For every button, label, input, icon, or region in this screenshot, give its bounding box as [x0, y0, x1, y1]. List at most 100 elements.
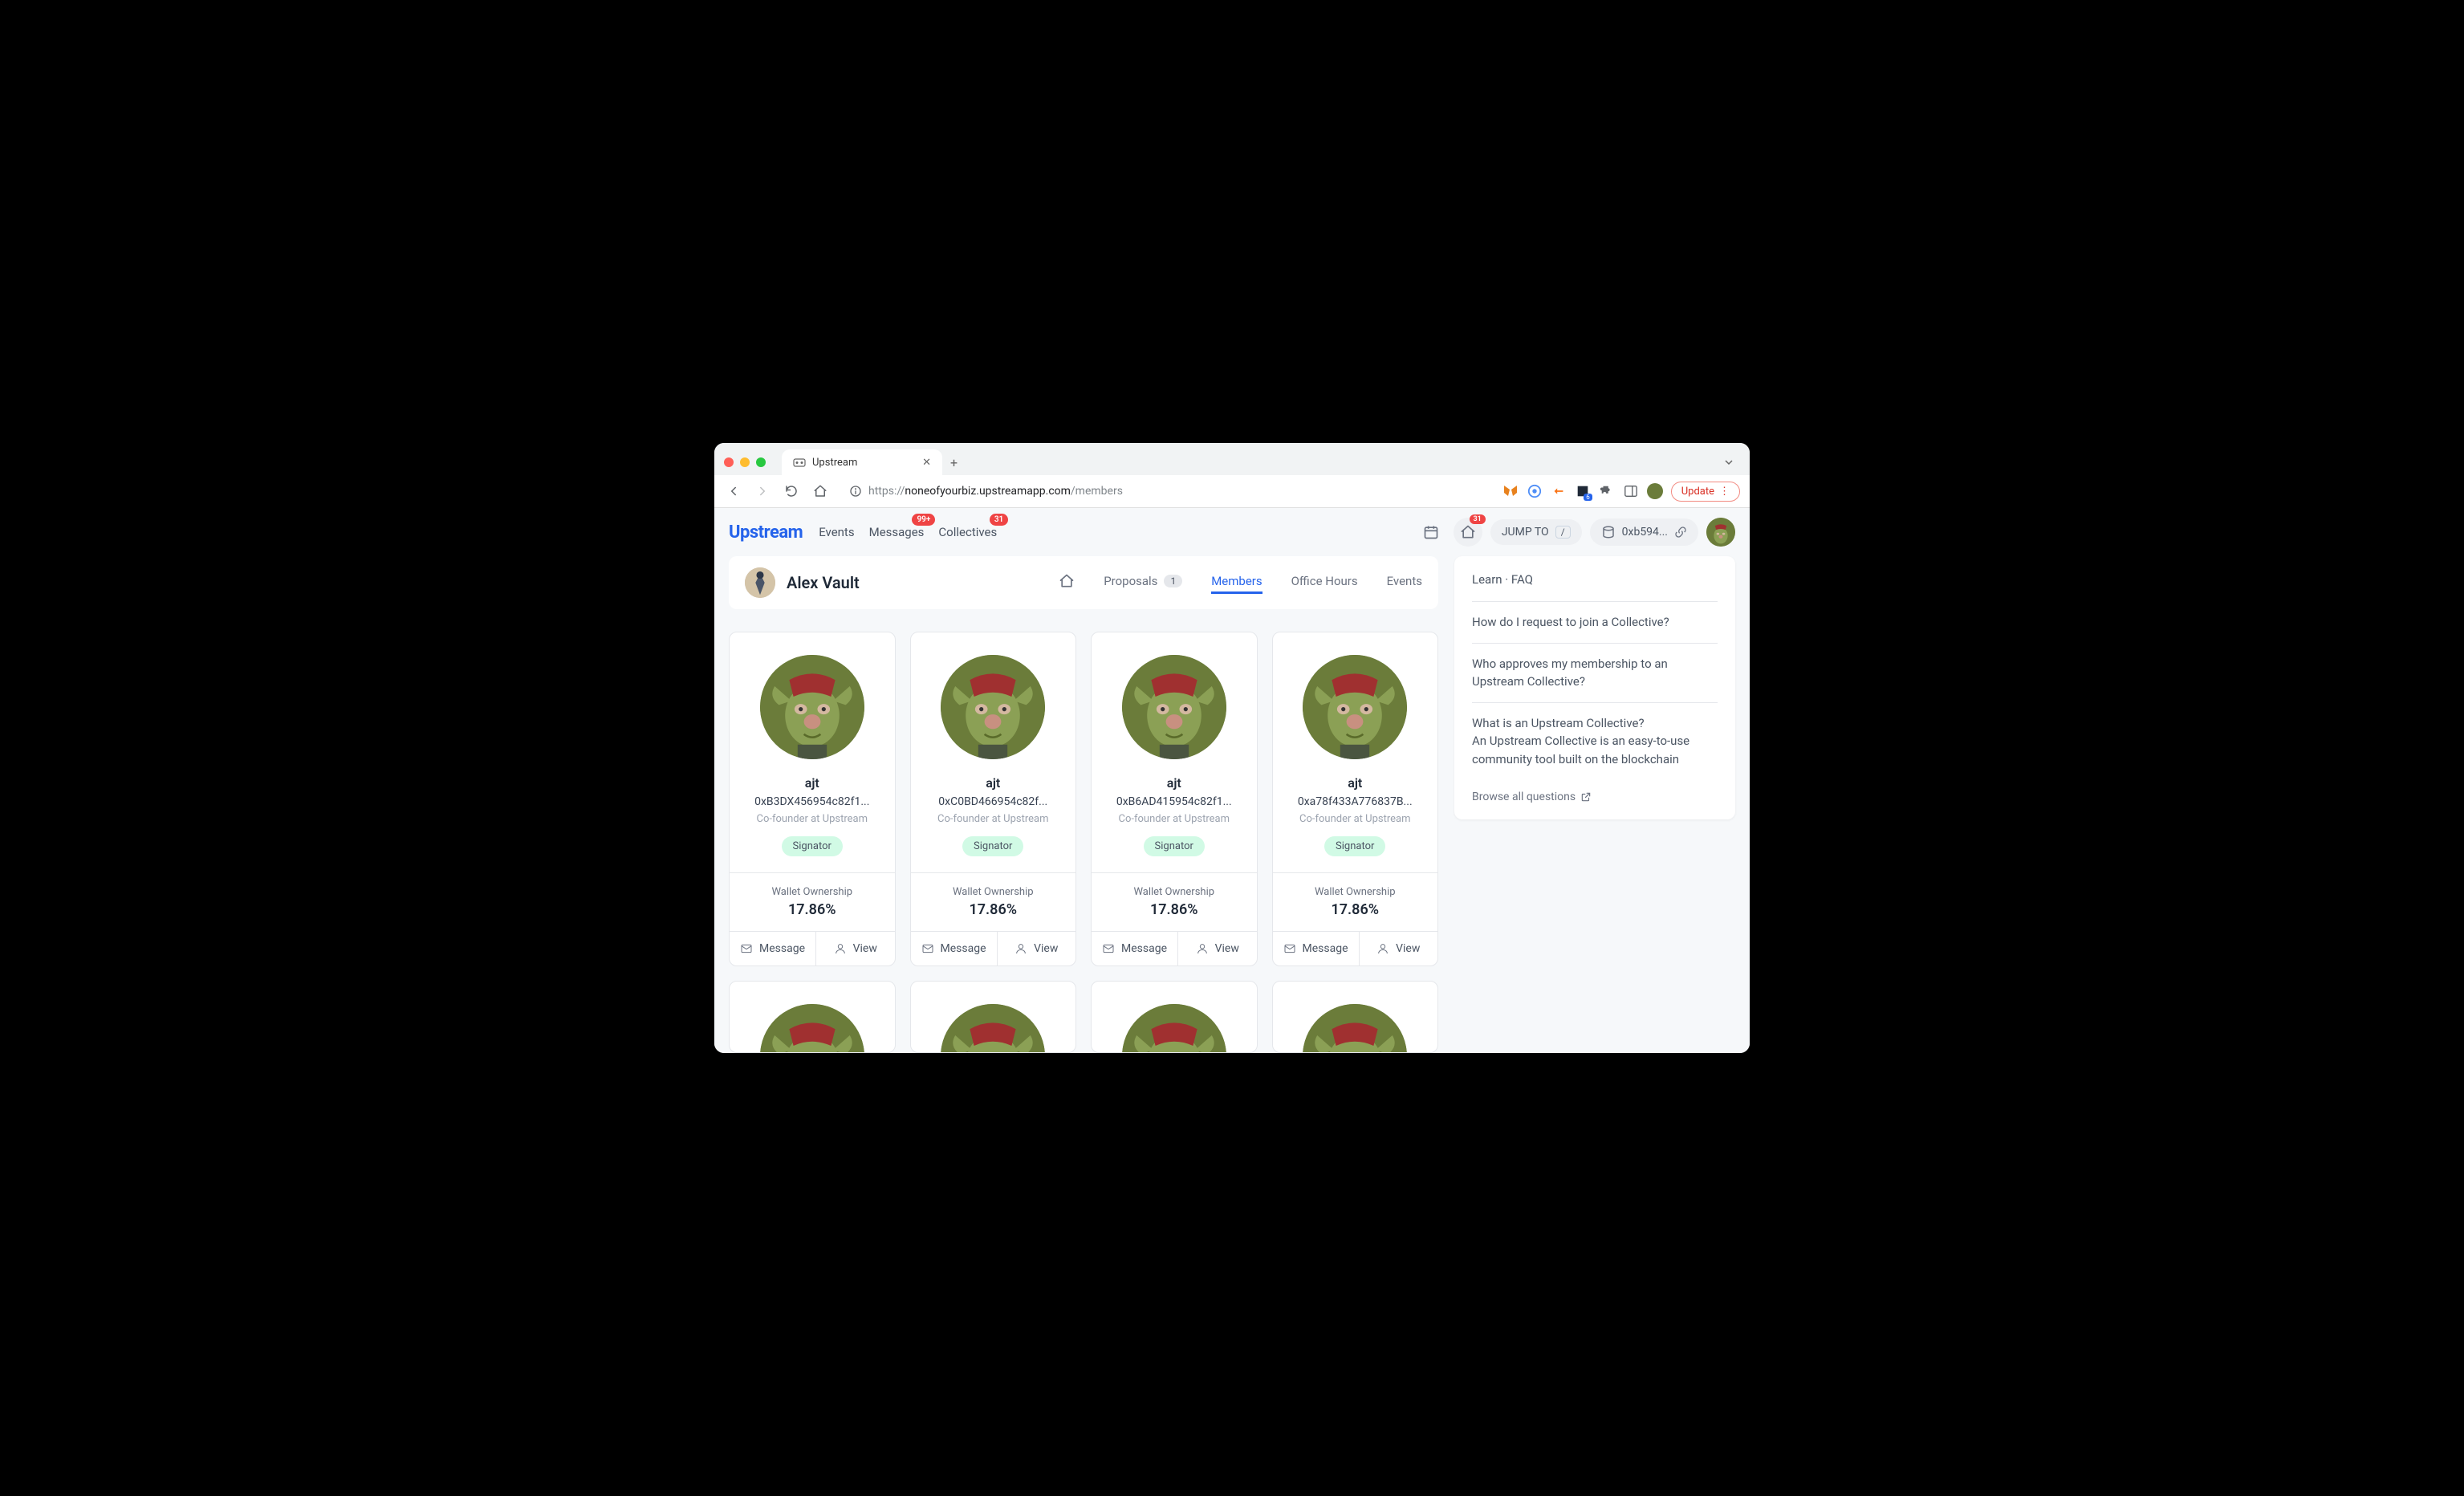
member-avatar[interactable] — [760, 655, 864, 759]
tab-strip: Upstream ✕ + — [714, 443, 1750, 475]
member-role: Co-founder at Upstream — [1287, 813, 1424, 825]
collective-avatar[interactable] — [745, 567, 775, 598]
tab-title: Upstream — [812, 457, 857, 469]
toolbar: https://noneofyourbiz.upstreamapp.com/me… — [714, 475, 1750, 508]
member-role: Co-founder at Upstream — [1106, 813, 1242, 825]
jump-to-button[interactable]: JUMP TO / — [1490, 519, 1582, 545]
tab-overflow-button[interactable] — [1718, 457, 1740, 467]
nav-messages[interactable]: Messages 99+ — [869, 525, 925, 539]
user-avatar[interactable] — [1706, 518, 1735, 547]
collective-name: Alex Vault — [787, 573, 860, 592]
user-icon — [1014, 942, 1027, 955]
member-name: ajt — [744, 775, 880, 791]
address-bar[interactable]: https://noneofyourbiz.upstreamapp.com/me… — [840, 480, 1493, 502]
reload-button[interactable] — [782, 482, 801, 501]
wallet-percentage: 17.86% — [924, 901, 1063, 918]
wallet-percentage: 17.86% — [1104, 901, 1244, 918]
url-text: https://noneofyourbiz.upstreamapp.com/me… — [868, 485, 1123, 498]
forward-button[interactable] — [753, 482, 772, 501]
member-card — [1272, 981, 1439, 1053]
logo[interactable]: Upstream — [729, 522, 803, 543]
faq-item[interactable]: Who approves my membership to an Upstrea… — [1472, 643, 1718, 702]
messages-badge: 99+ — [912, 514, 935, 526]
signator-badge: Signator — [782, 836, 843, 856]
message-button[interactable]: Message — [1092, 932, 1178, 965]
app-root: Upstream Events Messages 99+ Collectives… — [714, 508, 1750, 1053]
tab-office-hours[interactable]: Office Hours — [1291, 574, 1358, 591]
member-card: ajt 0xC0BD466954c82f... Co-founder at Up… — [910, 632, 1077, 966]
collective-header: Alex Vault Proposals 1 Members Office Ho… — [729, 556, 1438, 609]
envelope-icon — [740, 942, 753, 955]
nav-collectives[interactable]: Collectives 31 — [938, 525, 997, 539]
browser-tab[interactable]: Upstream ✕ — [782, 449, 942, 475]
wallet-button[interactable]: 0xb594... — [1590, 518, 1698, 546]
tab-proposals[interactable]: Proposals 1 — [1104, 574, 1182, 591]
tab-home[interactable] — [1059, 573, 1075, 592]
wallet-label: Wallet Ownership — [924, 886, 1063, 898]
collectives-badge: 31 — [990, 514, 1008, 526]
member-card: ajt 0xB3DX456954c82f1... Co-founder at U… — [729, 632, 896, 966]
home-button[interactable] — [811, 482, 830, 501]
sidepanel-icon[interactable] — [1623, 483, 1639, 499]
extensions: 6 Update ⋮ — [1502, 482, 1740, 502]
home-notifications-button[interactable]: 31 — [1454, 518, 1482, 547]
tab-events[interactable]: Events — [1387, 574, 1422, 591]
update-button[interactable]: Update ⋮ — [1671, 482, 1740, 502]
wallet-label: Wallet Ownership — [1286, 886, 1425, 898]
view-button[interactable]: View — [1178, 932, 1257, 965]
extension-icon[interactable]: 6 — [1575, 483, 1591, 499]
member-name: ajt — [1287, 775, 1424, 791]
proposals-count: 1 — [1164, 575, 1182, 587]
member-card — [729, 981, 896, 1053]
message-button[interactable]: Message — [911, 932, 998, 965]
member-address: 0xC0BD466954c82f... — [925, 795, 1062, 808]
traffic-lights — [724, 457, 766, 467]
extensions-menu-icon[interactable] — [1599, 483, 1615, 499]
close-window-button[interactable] — [724, 457, 734, 467]
close-tab-button[interactable]: ✕ — [922, 457, 931, 469]
wallet-icon — [1601, 525, 1616, 539]
browse-all-link[interactable]: Browse all questions — [1472, 791, 1718, 803]
home-badge: 31 — [1470, 514, 1486, 524]
members-grid: ajt 0xB3DX456954c82f1... Co-founder at U… — [729, 632, 1438, 1053]
main-nav: Events Messages 99+ Collectives 31 — [819, 525, 997, 539]
member-avatar[interactable] — [760, 1004, 864, 1053]
site-info-icon[interactable] — [849, 485, 862, 498]
member-card — [910, 981, 1077, 1053]
new-tab-button[interactable]: + — [942, 450, 966, 475]
profile-icon[interactable] — [1647, 483, 1663, 499]
member-avatar[interactable] — [941, 655, 1045, 759]
collective-tabs: Proposals 1 Members Office Hours Events — [1059, 573, 1422, 592]
signator-badge: Signator — [1144, 836, 1205, 856]
nav-events[interactable]: Events — [819, 525, 854, 539]
member-avatar[interactable] — [941, 1004, 1045, 1053]
wallet-percentage: 17.86% — [1286, 901, 1425, 918]
member-avatar[interactable] — [1122, 655, 1226, 759]
user-icon — [1376, 942, 1389, 955]
message-button[interactable]: Message — [1273, 932, 1360, 965]
tab-members[interactable]: Members — [1211, 574, 1262, 594]
browser-window: Upstream ✕ + https://noneofyourbiz.upstr… — [714, 443, 1750, 1053]
extension-icon[interactable] — [1527, 483, 1543, 499]
faq-card: Learn · FAQ How do I request to join a C… — [1454, 556, 1735, 819]
member-card — [1091, 981, 1258, 1053]
calendar-button[interactable] — [1417, 518, 1445, 547]
view-button[interactable]: View — [816, 932, 895, 965]
member-card: ajt 0xa78f433A776837B... Co-founder at U… — [1272, 632, 1439, 966]
wallet-percentage: 17.86% — [742, 901, 882, 918]
faq-item[interactable]: What is an Upstream Collective? An Upstr… — [1472, 702, 1718, 780]
envelope-icon — [921, 942, 934, 955]
member-avatar[interactable] — [1303, 655, 1407, 759]
minimize-window-button[interactable] — [740, 457, 750, 467]
metamask-icon[interactable] — [1502, 483, 1519, 499]
message-button[interactable]: Message — [730, 932, 816, 965]
member-avatar[interactable] — [1303, 1004, 1407, 1053]
faq-item[interactable]: How do I request to join a Collective? — [1472, 601, 1718, 643]
member-avatar[interactable] — [1122, 1004, 1226, 1053]
view-button[interactable]: View — [1360, 932, 1438, 965]
maximize-window-button[interactable] — [756, 457, 766, 467]
extension-icon[interactable] — [1551, 483, 1567, 499]
view-button[interactable]: View — [998, 932, 1076, 965]
envelope-icon — [1102, 942, 1115, 955]
back-button[interactable] — [724, 482, 743, 501]
